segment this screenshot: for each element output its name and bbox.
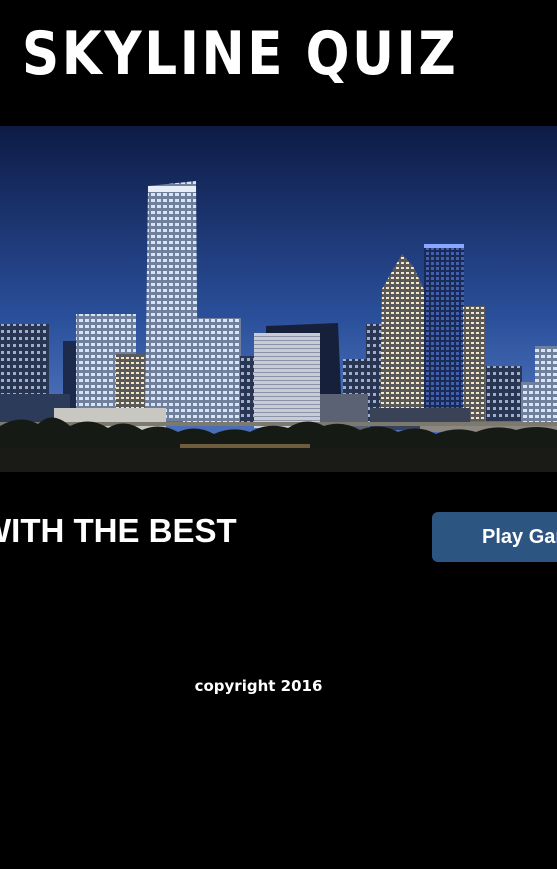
copyright-text: copyright 2016 <box>194 677 323 695</box>
site-title: SKYLINE QUIZ <box>22 19 459 89</box>
building <box>424 244 464 419</box>
play-game-button[interactable]: Play Game <box>432 512 557 562</box>
site-header: SKYLINE QUIZ <box>0 0 557 126</box>
tagline: WITH THE BEST <box>0 512 237 549</box>
building <box>254 333 320 428</box>
hero-skyline-image <box>0 126 557 472</box>
